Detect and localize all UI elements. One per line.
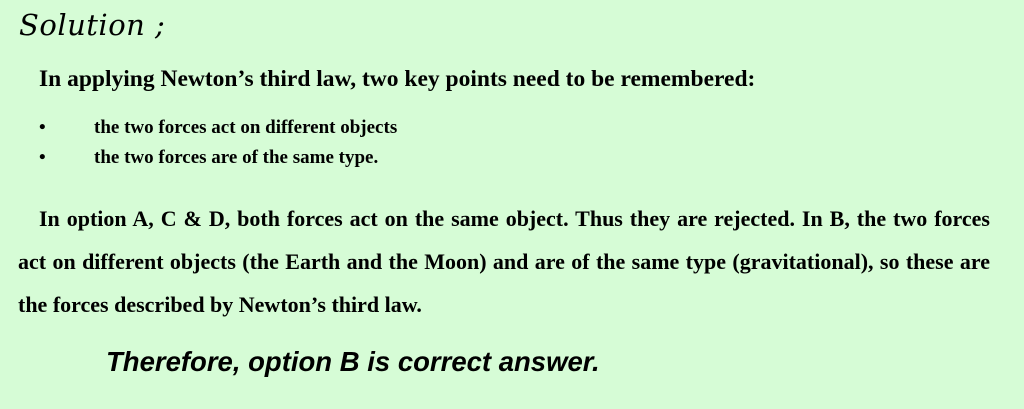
key-point-text: the two forces are of the same type. [94,147,379,168]
conclusion-statement: Therefore, option B is correct answer. [106,346,600,377]
solution-page: Solution ; In applying Newton’s third la… [0,0,1024,409]
solution-heading: Solution ; [19,8,166,42]
bullet-icon: • [39,117,46,138]
key-point-text: the two forces act on different objects [94,117,398,138]
intro-sentence: In applying Newton’s third law, two key … [39,66,756,92]
explanation-paragraph: In option A, C & D, both forces act on t… [18,206,990,317]
bullet-icon: • [39,147,46,168]
